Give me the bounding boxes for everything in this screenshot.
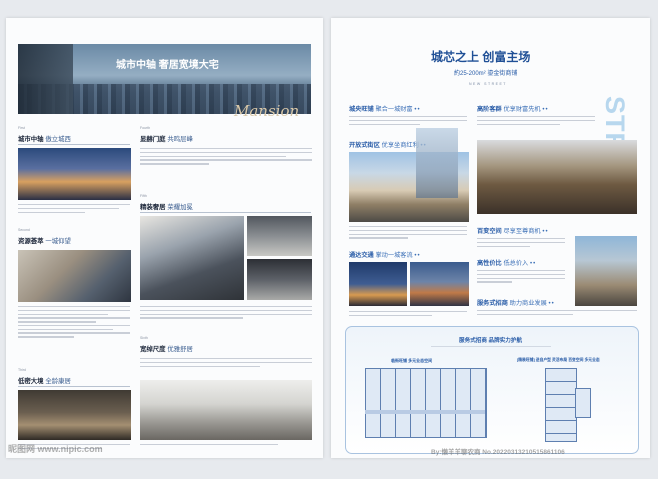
divider (18, 386, 130, 387)
dots-icon: •• (414, 253, 421, 259)
floor-plan-caption-left: 临街旺铺 多元业态空间 (391, 358, 433, 363)
floor-plan-caption-right: [精装旺铺] 送自户型 灵活布局 百变空间 多元业态 (517, 358, 600, 362)
heading-sub: 共鸣层峰 (167, 136, 193, 143)
dots-icon: •• (548, 301, 555, 307)
section-tag-second: Second (18, 228, 30, 232)
heading-sub: 聚合一城财富 (375, 106, 413, 113)
heading-sub: 优雅舒居 (167, 346, 193, 353)
section-tag-third: Third (18, 368, 26, 372)
heading-sub: 助力商业发展 (509, 300, 547, 307)
dots-icon: •• (542, 229, 549, 235)
section-heading-central-shops: 城央旺铺 聚合一城财富 •• (349, 104, 421, 113)
heading-text: 显赫门庭 (140, 136, 166, 143)
heading-text: 城央旺铺 (349, 106, 374, 113)
heading-sub: 低总价入 (503, 260, 529, 267)
heading-text: 高阶客群 (477, 106, 502, 113)
dots-icon: •• (414, 107, 421, 113)
left-brochure-page: 城市中轴 奢居宽境大宅 Mansion First 城市中轴 傲立城西 Seco… (6, 18, 323, 458)
living-room-photo (140, 380, 312, 440)
city-night-photo (18, 148, 131, 200)
lobby-photo (18, 390, 131, 440)
heading-sub: 优享财富先机 (503, 106, 541, 113)
section-body-text (18, 306, 130, 340)
section-body-text (140, 358, 312, 369)
heading-text: 城市中轴 (18, 136, 44, 143)
section-heading-service-leasing: 服务式招商 助力商业发展 •• (477, 298, 555, 307)
floor-plan-right-annex (575, 388, 591, 418)
section-body-text (349, 226, 467, 241)
heading-sub: 一城仰望 (45, 238, 71, 245)
section-heading-spacious: 宽绰尺度 优雅舒居 (140, 344, 193, 353)
heading-sub: 优享坐商红利 (381, 142, 419, 149)
section-tag-first: First (18, 126, 25, 130)
section-heading-low-density: 低密大境 全龄康居 (18, 376, 71, 385)
heading-text: 高性价比 (477, 260, 502, 267)
floor-plan-intro (431, 346, 551, 350)
dots-icon: •• (529, 261, 537, 267)
section-body-text (349, 311, 467, 319)
heading-text: 通达交通 (349, 252, 374, 259)
floor-plan-title: 服务式招商 品牌实力护航 (459, 338, 523, 344)
section-body-text (140, 148, 312, 167)
night-street-photo (349, 262, 407, 306)
section-heading-grand-entrance: 显赫门庭 共鸣层峰 (140, 134, 193, 143)
kitchen-photo (247, 216, 312, 256)
section-tag-fourth: Fourth (140, 126, 151, 130)
section-body-text (349, 116, 467, 127)
section-body-text (18, 204, 130, 215)
interior-shop-photo (575, 236, 637, 306)
section-heading-flexible-space: 百变空间 尽享至尊商机 •• (477, 226, 549, 235)
tower-photo (416, 128, 458, 198)
floor-plan-left (365, 368, 487, 438)
bath-photo (247, 259, 312, 300)
heading-sub: 荣耀加冕 (167, 204, 193, 211)
section-heading-value: 高性价比 低总价入 •• (477, 258, 536, 267)
terrace-corridor-photo (140, 216, 244, 300)
section-body-text (477, 238, 565, 249)
en-tag: NEW STREET (469, 82, 507, 86)
section-body-text (477, 310, 637, 318)
section-body-text (477, 270, 565, 285)
heading-text: 低密大境 (18, 378, 44, 385)
page-title: 城芯之上 创富主场 (431, 50, 531, 64)
dots-icon: •• (542, 107, 549, 113)
section-heading-city-axis: 城市中轴 傲立城西 (18, 134, 71, 143)
heading-sub: 尽享至尊商机 (503, 228, 541, 235)
banner-script-word: Mansion (234, 102, 300, 120)
section-heading-fine-decoration: 精装奢居 荣耀加冕 (140, 202, 193, 211)
banner-title: 城市中轴 奢居宽境大宅 (116, 60, 219, 71)
page-subtitle: 約25-200m² 鎏金街商铺 (454, 71, 518, 77)
section-tag-fifth: Fifth (140, 194, 147, 198)
section-body-text (140, 444, 312, 448)
heading-sub: 傲立城西 (45, 136, 71, 143)
heading-text: 资源荟萃 (18, 238, 44, 245)
heading-text: 宽绰尺度 (140, 346, 166, 353)
section-heading-resources: 资源荟萃 一城仰望 (18, 236, 71, 245)
watermark-nipic: 昵图网 www.nipic.com (8, 444, 103, 454)
watermark-author-id: By:懒羊羊聊农商 No.20220313210515861106 (431, 449, 565, 456)
floor-plan-left-walkway (365, 410, 485, 414)
heading-text: 开放式街区 (349, 142, 380, 149)
section-heading-transport: 通达交通 掌动一城客流 •• (349, 250, 421, 259)
section-tag-sixth: Sixth (140, 336, 148, 340)
section-body-text (477, 116, 595, 127)
city-traffic-photo (410, 262, 469, 306)
floor-plan-right (545, 368, 577, 442)
heading-sub: 全龄康居 (45, 378, 71, 385)
divider (140, 212, 311, 213)
heading-sub: 掌动一城客流 (375, 252, 413, 259)
section-heading-high-clients: 高阶客群 优享财富先机 •• (477, 104, 549, 113)
section-body-text (140, 306, 312, 321)
living-room-view-photo (18, 250, 131, 302)
right-brochure-page: 城芯之上 创富主场 約25-200m² 鎏金街商铺 NEW STREET STR… (331, 18, 650, 458)
divider (18, 144, 130, 145)
heading-text: 服务式招商 (477, 300, 508, 307)
shopping-mall-photo (477, 140, 637, 214)
heading-text: 精装奢居 (140, 204, 166, 211)
heading-text: 百变空间 (477, 228, 502, 235)
